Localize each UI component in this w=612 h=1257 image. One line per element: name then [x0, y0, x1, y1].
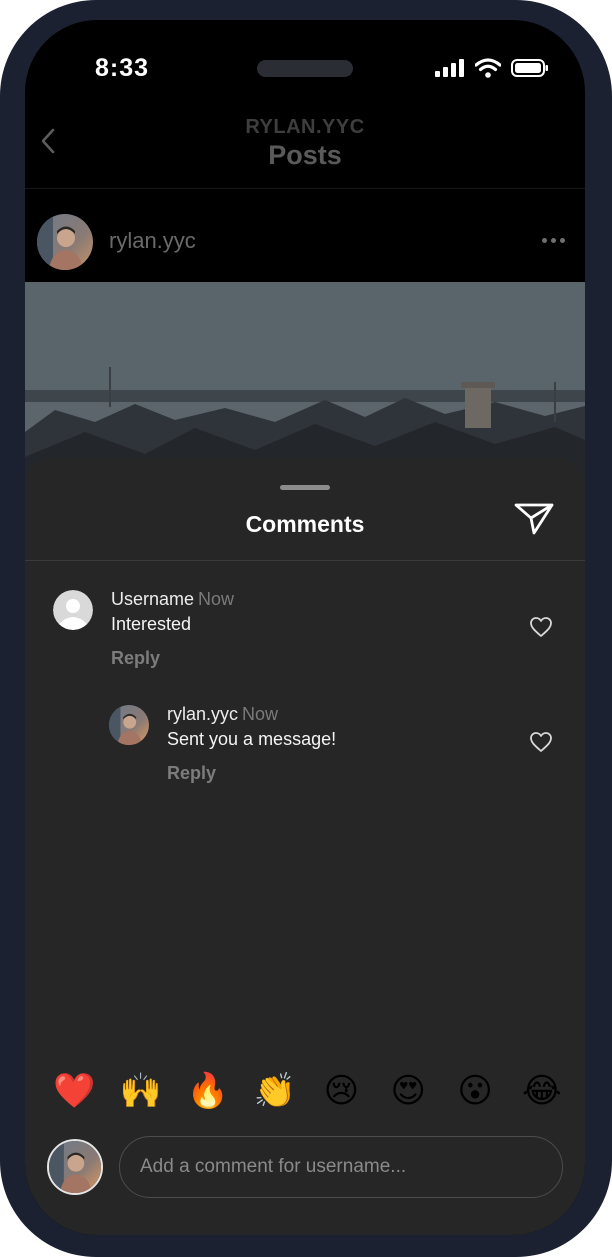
comment-username: Username Now	[111, 589, 234, 610]
reply-button[interactable]: Reply	[111, 648, 160, 669]
emoji-reaction-bar: ❤️ 🙌 🔥 👏 😢 😍 😮 😂	[53, 1071, 563, 1111]
emoji-heart[interactable]: ❤️	[53, 1071, 95, 1111]
battery-icon	[511, 59, 548, 77]
post-author-username[interactable]: rylan.yyc	[109, 228, 196, 254]
heart-icon[interactable]	[529, 616, 553, 638]
emoji-raised-hands[interactable]: 🙌	[120, 1071, 162, 1111]
screen: 8:33 RYLAN.YYC Posts rylan.yyc Comments …	[25, 20, 585, 1235]
comment-text: Interested	[111, 614, 192, 634]
dynamic-island	[257, 60, 353, 77]
comment-time: Now	[198, 589, 235, 609]
wifi-icon	[475, 58, 501, 78]
heart-icon[interactable]	[529, 731, 553, 753]
comments-sheet: Comments Username Now Interested Reply r…	[25, 458, 585, 1235]
comment-time: Now	[242, 704, 279, 724]
signal-icon	[435, 59, 464, 77]
page-title: Posts	[268, 140, 342, 170]
more-icon[interactable]	[542, 238, 565, 243]
emoji-cry[interactable]: 😢	[320, 1071, 362, 1111]
emoji-clap[interactable]: 👏	[254, 1071, 296, 1111]
reply-button[interactable]: Reply	[167, 763, 216, 784]
sheet-divider	[25, 560, 585, 561]
status-time: 8:33	[95, 54, 150, 82]
comment-username-text[interactable]: rylan.yyc	[167, 704, 238, 724]
comments-title: Comments	[245, 511, 365, 537]
status-icons	[435, 58, 549, 78]
phone-frame: 8:33 RYLAN.YYC Posts rylan.yyc Comments …	[0, 0, 612, 1257]
header-account-name: RYLAN.YYC	[245, 116, 365, 138]
current-user-avatar	[47, 1139, 103, 1195]
send-icon[interactable]	[513, 500, 555, 536]
comment-username: rylan.yyc Now	[167, 704, 278, 725]
commenter-avatar[interactable]	[53, 590, 93, 630]
emoji-heart-eyes[interactable]: 😍	[387, 1071, 429, 1111]
comment-text: Sent you a message!	[167, 729, 337, 749]
sheet-grabber[interactable]	[280, 485, 330, 490]
header-divider	[25, 188, 585, 189]
commenter-avatar[interactable]	[109, 705, 149, 745]
comment-username-text[interactable]: Username	[111, 589, 194, 609]
emoji-fire[interactable]: 🔥	[187, 1071, 229, 1111]
comment-input[interactable]	[119, 1136, 563, 1198]
emoji-surprised[interactable]: 😮	[454, 1071, 496, 1111]
post-author-avatar[interactable]	[37, 214, 93, 270]
emoji-laughing[interactable]: 😂	[521, 1071, 563, 1111]
